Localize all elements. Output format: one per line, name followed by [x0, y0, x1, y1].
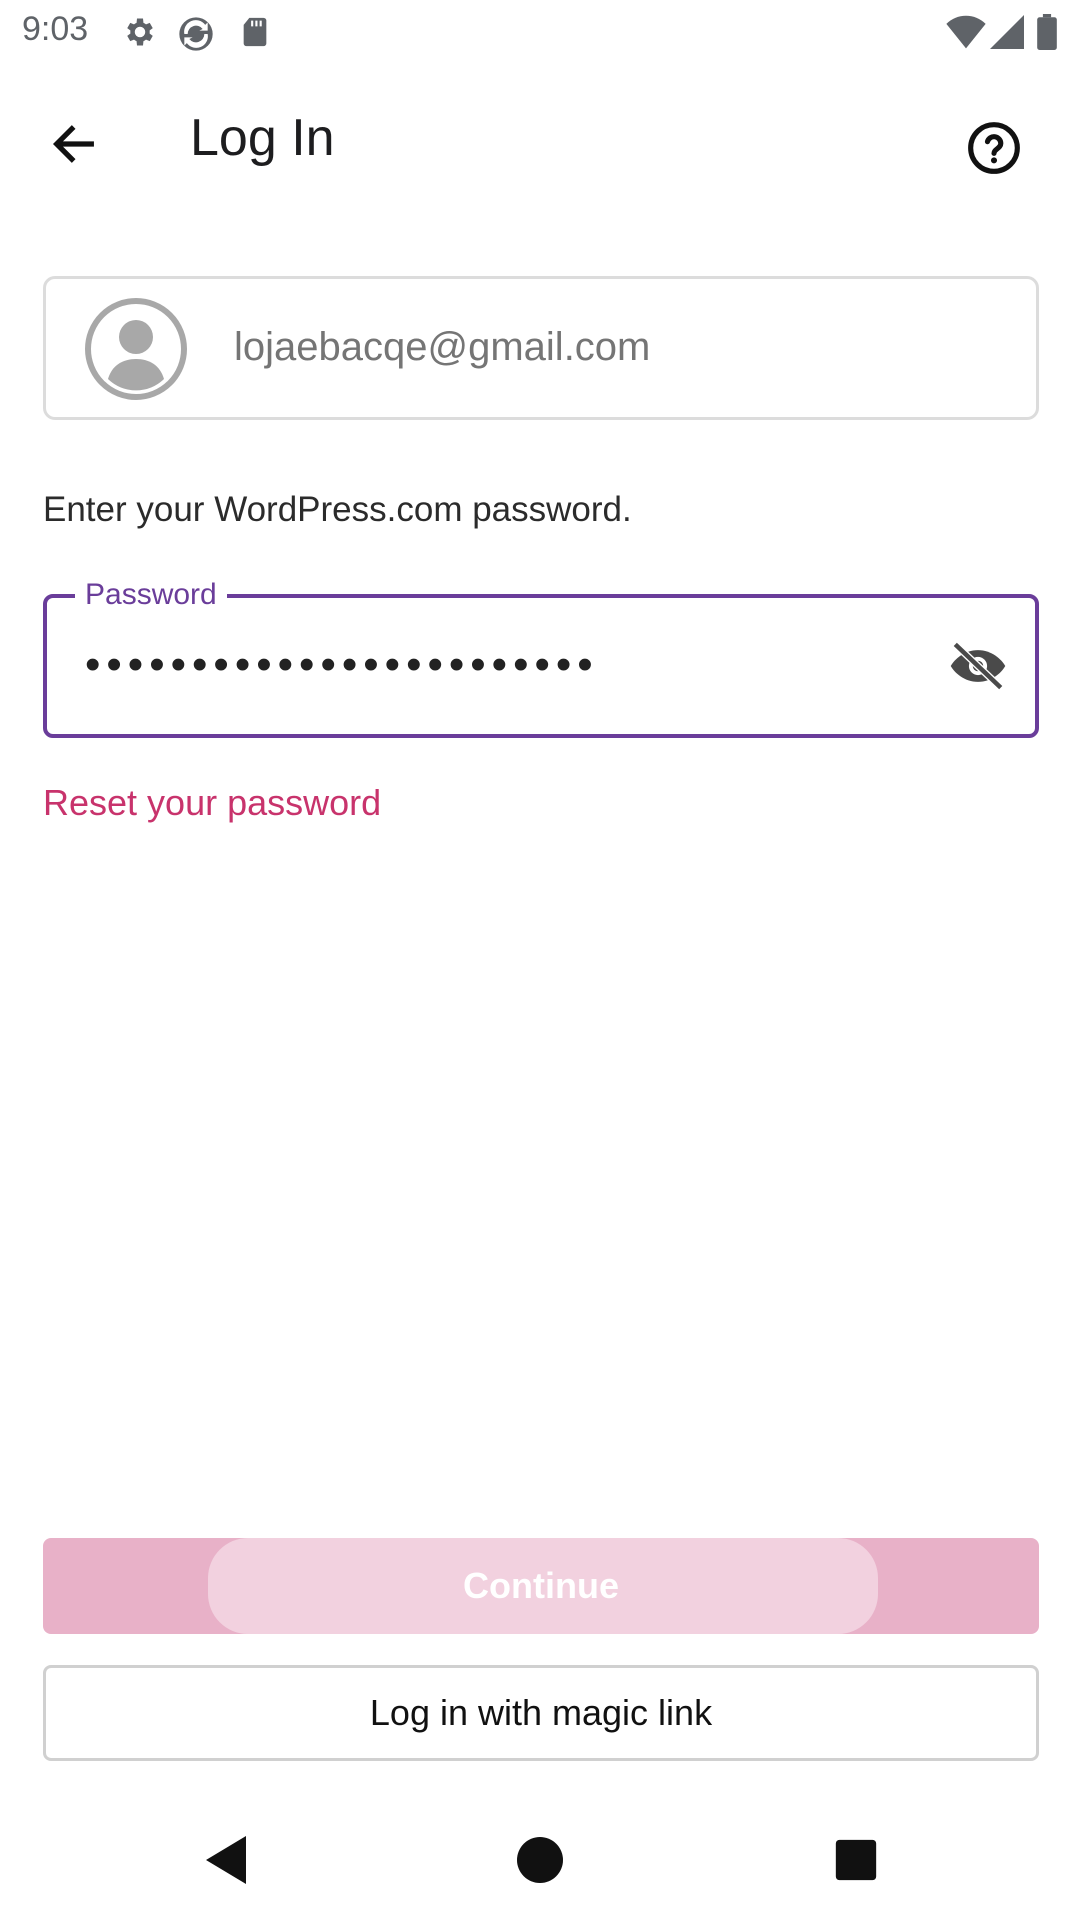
- back-button[interactable]: [34, 104, 114, 184]
- nav-home-button[interactable]: [510, 1830, 570, 1890]
- account-email: lojaebacqe@gmail.com: [234, 325, 651, 369]
- help-button[interactable]: [948, 102, 1040, 194]
- battery-icon: [1036, 14, 1058, 55]
- account-circle-icon: [85, 298, 187, 400]
- sd-card-icon: [238, 14, 272, 55]
- eye-off-icon: [950, 641, 1006, 691]
- password-input[interactable]: ••••••••••••••••••••••••: [85, 640, 599, 690]
- help-circle-icon: [968, 122, 1020, 174]
- gear-icon: [122, 14, 158, 55]
- avatar: [84, 297, 188, 401]
- status-time: 9:03: [22, 10, 89, 48]
- app-bar: Log In: [0, 64, 1080, 214]
- password-label: Password: [75, 578, 227, 612]
- home-circle-icon: [517, 1837, 563, 1883]
- back-triangle-icon: [206, 1836, 246, 1884]
- recents-square-icon: [835, 1839, 877, 1881]
- system-nav-bar: [0, 1800, 1080, 1920]
- nav-recents-button[interactable]: [826, 1830, 886, 1890]
- account-card: lojaebacqe@gmail.com: [43, 276, 1039, 420]
- continue-label: Continue: [463, 1565, 619, 1606]
- arrow-left-icon: [52, 125, 94, 163]
- continue-button[interactable]: Continue: [43, 1538, 1039, 1634]
- password-visibility-toggle[interactable]: [943, 634, 1013, 698]
- sync-icon: [176, 14, 216, 59]
- page-title: Log In: [190, 109, 335, 167]
- status-bar: 9:03: [0, 0, 1080, 64]
- password-field[interactable]: Password ••••••••••••••••••••••••: [43, 578, 1039, 738]
- password-instruction: Enter your WordPress.com password.: [43, 490, 632, 529]
- nav-back-button[interactable]: [196, 1830, 256, 1890]
- magic-link-button[interactable]: Log in with magic link: [43, 1665, 1039, 1761]
- magic-link-label: Log in with magic link: [369, 1692, 713, 1733]
- signal-icon: [990, 14, 1024, 55]
- wifi-icon: [946, 14, 986, 55]
- reset-password-link[interactable]: Reset your password: [43, 782, 381, 824]
